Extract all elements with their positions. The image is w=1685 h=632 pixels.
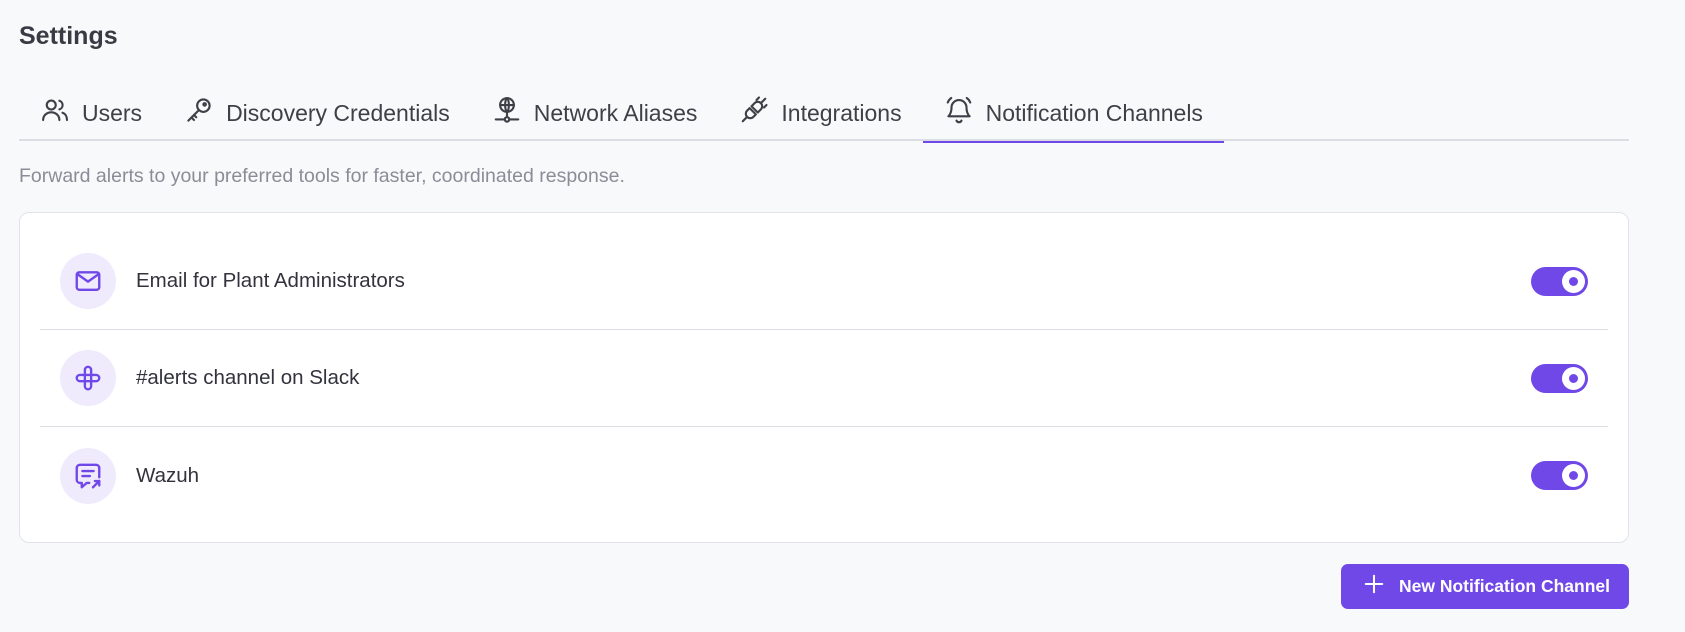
- message-forward-icon: [60, 447, 116, 504]
- channel-toggle[interactable]: [1531, 461, 1588, 490]
- mail-icon: [60, 253, 116, 309]
- tab-network-aliases[interactable]: Network Aliases: [471, 85, 719, 141]
- toggle-knob: [1562, 464, 1585, 487]
- tab-notification-channels[interactable]: Notification Channels: [922, 85, 1225, 143]
- list-item[interactable]: Email for Plant Administrators: [40, 233, 1608, 330]
- tab-users[interactable]: Users: [19, 85, 163, 141]
- page-description: Forward alerts to your preferred tools f…: [19, 165, 625, 187]
- channel-name: #alerts channel on Slack: [136, 366, 360, 389]
- plug-icon: [739, 95, 769, 131]
- page-title: Settings: [19, 22, 118, 50]
- tab-label: Network Aliases: [533, 99, 698, 126]
- users-icon: [40, 95, 70, 131]
- list-item[interactable]: Wazuh: [40, 427, 1608, 524]
- toggle-knob: [1562, 269, 1585, 293]
- bell-icon: [944, 95, 974, 131]
- button-label: New Notification Channel: [1399, 576, 1610, 596]
- channel-name: Email for Plant Administrators: [136, 269, 405, 292]
- tab-label: Discovery Credentials: [226, 99, 450, 126]
- tab-label: Users: [82, 99, 143, 126]
- list-item[interactable]: #alerts channel on Slack: [40, 330, 1608, 427]
- plus-icon: [1363, 573, 1385, 600]
- channel-toggle[interactable]: [1531, 266, 1588, 296]
- notification-channels-list: Email for Plant Administrators #alerts c…: [19, 212, 1629, 543]
- tab-label: Notification Channels: [985, 99, 1203, 126]
- network-icon: [492, 95, 522, 131]
- tab-label: Integrations: [781, 99, 902, 126]
- settings-page: Settings Users Discovery Credentials Net…: [0, 0, 1685, 632]
- new-notification-channel-button[interactable]: New Notification Channel: [1341, 564, 1629, 609]
- tab-discovery-credentials[interactable]: Discovery Credentials: [163, 85, 471, 141]
- channel-name: Wazuh: [136, 463, 200, 487]
- settings-tabs: Users Discovery Credentials Network Alia…: [19, 85, 1629, 143]
- key-icon: [184, 95, 214, 131]
- channel-toggle[interactable]: [1531, 363, 1588, 393]
- toggle-knob: [1562, 366, 1585, 390]
- slack-icon: [60, 350, 116, 406]
- tab-integrations[interactable]: Integrations: [718, 85, 922, 141]
